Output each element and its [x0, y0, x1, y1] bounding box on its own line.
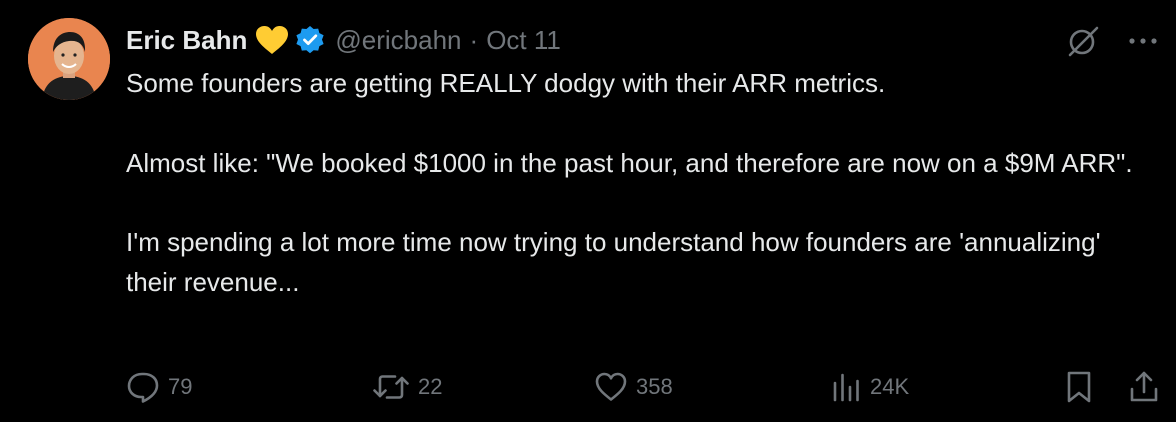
yellow-heart-icon	[255, 25, 289, 55]
tweet-text: Some founders are getting REALLY dodgy w…	[126, 64, 1156, 302]
share-icon	[1128, 370, 1160, 404]
more-icon[interactable]	[1128, 36, 1158, 46]
views-button[interactable]: 24K	[830, 364, 909, 410]
tweet-actions: 79 22 358 24K	[126, 364, 1160, 410]
reply-button[interactable]: 79	[126, 364, 192, 410]
repost-button[interactable]: 22	[372, 364, 442, 410]
like-count: 358	[636, 374, 673, 399]
reply-icon	[126, 371, 160, 403]
post-date[interactable]: Oct 11	[486, 25, 561, 56]
tweet-paragraph: I'm spending a lot more time now trying …	[126, 227, 1108, 297]
grok-icon[interactable]	[1066, 24, 1100, 58]
tweet-top-actions	[1066, 24, 1158, 58]
repost-count: 22	[418, 374, 443, 399]
bookmark-button[interactable]	[1064, 364, 1094, 410]
author-handle[interactable]: @ericbahn	[335, 25, 461, 56]
separator-dot: ·	[469, 24, 479, 55]
like-button[interactable]: 358	[594, 364, 673, 410]
tweet-paragraph: Almost like: "We booked $1000 in the pas…	[126, 147, 1133, 178]
views-icon	[830, 371, 862, 403]
avatar-photo	[28, 18, 110, 100]
share-button[interactable]	[1128, 364, 1160, 410]
verified-badge-icon[interactable]	[295, 25, 325, 55]
author-name[interactable]: Eric Bahn	[126, 25, 247, 56]
repost-icon	[372, 371, 410, 403]
view-count: 24K	[870, 374, 910, 399]
like-icon	[594, 371, 628, 403]
tweet-paragraph: Some founders are getting REALLY dodgy w…	[126, 68, 886, 98]
bookmark-icon	[1064, 370, 1094, 404]
avatar[interactable]	[28, 18, 110, 100]
tweet-header: Eric Bahn @ericbahn · Oct 11	[126, 22, 561, 58]
tweet[interactable]: Eric Bahn @ericbahn · Oct 11 Some founde…	[0, 0, 1176, 422]
reply-count: 79	[168, 374, 193, 399]
